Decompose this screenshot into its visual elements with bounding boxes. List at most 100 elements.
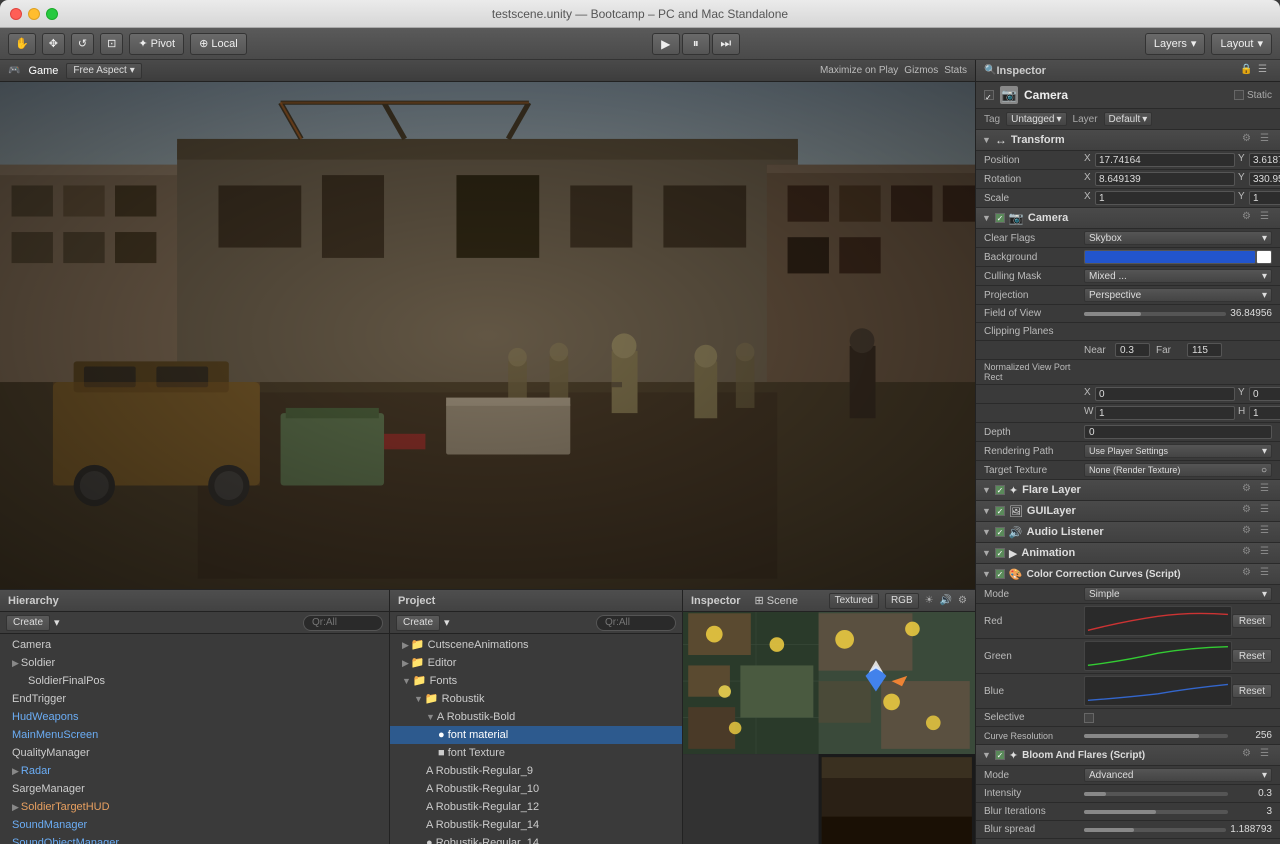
hierarchy-item-soundobjectmanager[interactable]: SoundObjectManager [0,834,389,844]
layer-dropdown[interactable]: Default ▾ [1104,112,1153,126]
transform-settings-icon[interactable]: ⚙ [1242,133,1256,147]
background-color-field[interactable] [1084,250,1256,264]
animation-enabled-checkbox[interactable]: ✓ [995,548,1005,558]
bloom-mode-dropdown[interactable]: Advanced ▾ [1084,768,1272,782]
project-robustik-9[interactable]: A Robustik-Regular_9 [390,762,682,780]
local-button[interactable]: ⊕ Local [190,33,247,55]
hierarchy-item-qualitymanager[interactable]: QualityManager [0,744,389,762]
hierarchy-item-soundmanager[interactable]: SoundManager [0,816,389,834]
rot-y-field[interactable] [1249,172,1280,186]
camera-enabled-checkbox[interactable]: ✓ [995,213,1005,223]
color-correction-settings-icon[interactable]: ⚙ [1242,567,1256,581]
static-checkbox[interactable]: Static [1234,90,1272,101]
project-fonts[interactable]: ▼📁 Fonts [390,672,682,690]
blue-curve-canvas[interactable] [1084,676,1232,706]
project-create-button[interactable]: Create [396,615,440,631]
vp-h-field[interactable] [1249,406,1280,420]
stats-button[interactable]: Stats [944,65,967,76]
project-robustik-bold[interactable]: ▼A Robustik-Bold [390,708,682,726]
bloom-intensity-track[interactable] [1084,792,1228,796]
rendering-path-dropdown[interactable]: Use Player Settings ▾ [1084,444,1272,458]
target-texture-dropdown[interactable]: None (Render Texture) ○ [1084,463,1272,477]
camera-component-header[interactable]: ▼ ✓ 📷 Camera ⚙ ☰ [976,208,1280,229]
animation-menu-icon[interactable]: ☰ [1260,546,1274,560]
layout-dropdown[interactable]: Layout ▾ [1211,33,1272,55]
gui-layer-header[interactable]: ▼ ✓ 🖼 GUILayer ⚙ ☰ [976,501,1280,522]
camera-menu-icon[interactable]: ☰ [1260,211,1274,225]
static-cb-box[interactable] [1234,90,1244,100]
bloom-enabled-checkbox[interactable]: ✓ [995,750,1005,760]
project-robustik-14a[interactable]: A Robustik-Regular_14 [390,816,682,834]
blur-iterations-track[interactable] [1084,810,1228,814]
inspector-tab-label[interactable]: Inspector [691,595,741,607]
object-enabled-checkbox[interactable]: ✓ [984,90,994,100]
hierarchy-item-endtrigger[interactable]: EndTrigger [0,690,389,708]
scene-textured-button[interactable]: Textured [829,593,879,609]
minimize-button[interactable] [28,8,40,20]
red-reset-button[interactable]: Reset [1232,614,1272,628]
hand-tool-button[interactable]: ✋ [8,33,36,55]
gui-menu-icon[interactable]: ☰ [1260,504,1274,518]
flare-settings-icon[interactable]: ⚙ [1242,483,1256,497]
vp-x-field[interactable] [1095,387,1235,401]
project-font-material[interactable]: ● font material [390,726,682,744]
clear-flags-dropdown[interactable]: Skybox ▾ [1084,231,1272,245]
step-button[interactable]: ⏭ [712,33,740,55]
play-button[interactable]: ▶ [652,33,680,55]
maximize-button[interactable] [46,8,58,20]
hierarchy-item-hudweapons[interactable]: HudWeapons [0,708,389,726]
blur-spread-track[interactable] [1084,828,1226,832]
color-correction-menu-icon[interactable]: ☰ [1260,567,1274,581]
inspector-lock-icon[interactable]: 🔒 [1240,64,1254,78]
selective-checkbox[interactable] [1084,713,1094,723]
project-robustik[interactable]: ▼📁 Robustik [390,690,682,708]
flare-enabled-checkbox[interactable]: ✓ [995,485,1005,495]
layers-dropdown[interactable]: Layers ▾ [1145,33,1206,55]
scale-x-field[interactable] [1095,191,1235,205]
cc-mode-dropdown[interactable]: Simple ▾ [1084,587,1272,601]
rotate-tool-button[interactable]: ↺ [71,33,94,55]
background-color-picker[interactable] [1256,250,1272,264]
gui-settings-icon[interactable]: ⚙ [1242,504,1256,518]
pos-x-field[interactable] [1095,153,1235,167]
hierarchy-item-soldiertargethud[interactable]: ▶SoldierTargetHUD [0,798,389,816]
hierarchy-item-mainmenu[interactable]: MainMenuScreen [0,726,389,744]
audio-menu-icon[interactable]: ☰ [1260,525,1274,539]
bloom-settings-icon[interactable]: ⚙ [1242,748,1256,762]
hierarchy-create-button[interactable]: Create [6,615,50,631]
hierarchy-item-radar[interactable]: ▶Radar [0,762,389,780]
red-curve-canvas[interactable] [1084,606,1232,636]
project-robustik-12[interactable]: A Robustik-Regular_12 [390,798,682,816]
project-editor[interactable]: ▶📁 Editor [390,654,682,672]
pause-button[interactable]: ⏸ [682,33,710,55]
hierarchy-item-soldierpos[interactable]: SoldierFinalPos [0,672,389,690]
vp-y-field[interactable] [1249,387,1280,401]
projection-dropdown[interactable]: Perspective ▾ [1084,288,1272,302]
animation-settings-icon[interactable]: ⚙ [1242,546,1256,560]
blue-reset-button[interactable]: Reset [1232,684,1272,698]
rot-x-field[interactable] [1095,172,1235,186]
flare-menu-icon[interactable]: ☰ [1260,483,1274,497]
pos-y-field[interactable] [1249,153,1280,167]
green-curve-canvas[interactable] [1084,641,1232,671]
flare-layer-header[interactable]: ▼ ✓ ✦ Flare Layer ⚙ ☰ [976,480,1280,501]
project-robustik-10[interactable]: A Robustik-Regular_10 [390,780,682,798]
transform-menu-icon[interactable]: ☰ [1260,133,1274,147]
hierarchy-item-sargemanager[interactable]: SargeManager [0,780,389,798]
project-font-texture[interactable]: ■ font Texture [390,744,682,762]
close-button[interactable] [10,8,22,20]
far-field[interactable] [1187,343,1222,357]
gizmos-button[interactable]: Gizmos [904,65,938,76]
vp-w-field[interactable] [1095,406,1235,420]
culling-mask-dropdown[interactable]: Mixed ... ▾ [1084,269,1272,283]
game-tab-label[interactable]: Game [28,65,58,77]
audio-listener-header[interactable]: ▼ ✓ 🔊 Audio Listener ⚙ ☰ [976,522,1280,543]
move-tool-button[interactable]: ✥ [42,33,65,55]
tag-dropdown[interactable]: Untagged ▾ [1006,112,1066,126]
audio-settings-icon[interactable]: ⚙ [1242,525,1256,539]
hierarchy-item-camera[interactable]: Camera [0,636,389,654]
pivot-button[interactable]: ✦ Pivot [129,33,184,55]
scene-rgb-button[interactable]: RGB [885,593,919,609]
green-reset-button[interactable]: Reset [1232,649,1272,663]
fov-slider-track[interactable] [1084,312,1226,316]
